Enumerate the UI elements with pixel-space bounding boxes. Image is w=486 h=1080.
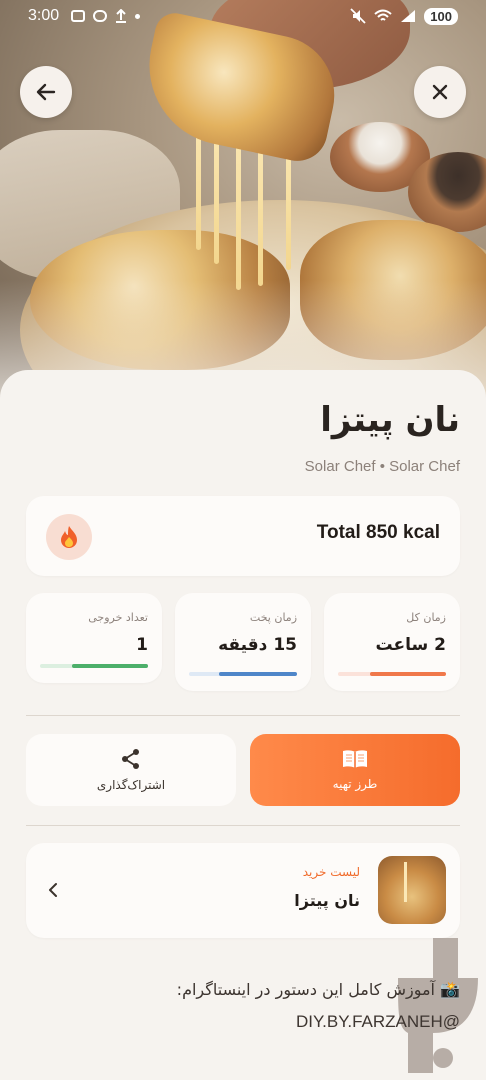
upload-icon <box>116 9 127 23</box>
recipe-author: Solar Chef • Solar Chef <box>304 458 460 475</box>
prepare-button[interactable]: طرز تهیه <box>250 734 460 806</box>
stat-progress-track <box>338 672 446 676</box>
hero-image <box>0 0 486 400</box>
stat-progress-track <box>40 664 148 668</box>
stat-total-time: زمان کل 2 ساعت <box>324 593 460 691</box>
divider <box>26 825 460 826</box>
stat-progress-track <box>189 672 297 676</box>
divider <box>26 715 460 716</box>
close-button[interactable] <box>414 66 466 118</box>
calories-card: Total 850 kcal <box>26 496 460 576</box>
mute-icon <box>350 8 366 24</box>
close-icon <box>432 84 448 100</box>
stat-label: زمان پخت <box>249 611 297 624</box>
status-icons-right: 100 <box>350 7 458 25</box>
screenshot-icon <box>71 10 86 22</box>
instagram-promo-text: 📸 آموزش کامل این دستور در اینستاگرام: <box>176 980 460 999</box>
back-button[interactable] <box>20 66 72 118</box>
recipe-title: نان پیتزا <box>320 400 460 440</box>
stat-value: 15 دقیقه <box>218 635 297 655</box>
notification-dot-icon <box>135 13 141 19</box>
status-icons-left <box>71 9 141 23</box>
stat-label: زمان کل <box>406 611 446 624</box>
fire-icon <box>61 526 77 548</box>
stat-value: 2 ساعت <box>375 635 446 655</box>
book-icon <box>343 750 367 768</box>
status-time: 3:00 <box>28 7 60 24</box>
stat-progress-fill <box>72 664 148 668</box>
wifi-icon <box>374 9 392 21</box>
share-icon <box>122 749 139 769</box>
shopping-label: لیست خرید <box>302 865 360 879</box>
signal-icon <box>401 10 416 22</box>
chevron-left-icon <box>49 883 57 897</box>
fire-badge <box>46 514 92 560</box>
calories-total: Total 850 kcal <box>316 522 440 543</box>
cloud-icon <box>93 10 108 22</box>
stat-value: 1 <box>136 635 148 655</box>
stat-servings: تعداد خروجی 1 <box>26 593 162 683</box>
thumb-cheese <box>404 862 407 902</box>
stat-label: تعداد خروجی <box>88 611 148 624</box>
shopping-thumbnail <box>378 856 446 924</box>
stat-progress-fill <box>370 672 446 676</box>
share-button[interactable]: اشتراک‌گذاری <box>26 734 236 806</box>
shopping-title: نان پیتزا <box>294 891 360 910</box>
share-label: اشتراک‌گذاری <box>96 778 166 792</box>
stat-cook-time: زمان پخت 15 دقیقه <box>175 593 311 691</box>
stat-progress-fill <box>219 672 297 676</box>
instagram-handle[interactable]: DIY.BY.FARZANEH@ <box>296 1012 460 1032</box>
status-bar: 3:00 100 <box>0 0 486 32</box>
back-arrow-icon <box>36 83 56 101</box>
prepare-label: طرز تهیه <box>332 777 378 791</box>
battery-indicator: 100 <box>424 7 458 25</box>
